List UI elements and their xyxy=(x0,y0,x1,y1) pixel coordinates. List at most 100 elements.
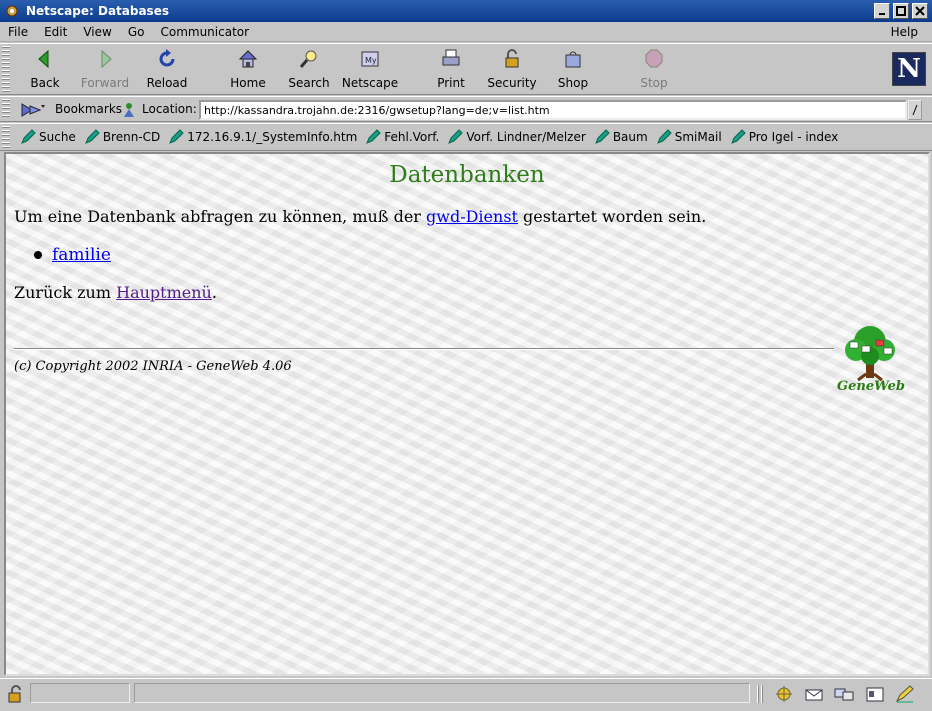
netscape-button[interactable]: My Netscape xyxy=(340,48,400,92)
window-titlebar[interactable]: Netscape: Databases xyxy=(0,0,932,22)
close-button[interactable] xyxy=(912,3,928,19)
forward-label: Forward xyxy=(80,76,130,90)
shop-label: Shop xyxy=(557,76,589,90)
menu-bar: File Edit View Go Communicator Help xyxy=(0,22,932,42)
page-proxy-icon[interactable] xyxy=(121,101,137,119)
url-input[interactable] xyxy=(199,100,907,120)
minimize-button[interactable] xyxy=(874,3,890,19)
bookmarks-label[interactable]: Bookmarks xyxy=(55,102,122,116)
reload-label: Reload xyxy=(146,76,188,90)
menu-go[interactable]: Go xyxy=(120,25,153,39)
toolbar-grip-handle[interactable] xyxy=(2,46,10,92)
minimize-icon xyxy=(879,13,885,15)
shopping-bag-icon xyxy=(565,51,581,68)
composer-icon[interactable] xyxy=(894,684,916,704)
netscape-label: Netscape xyxy=(341,76,399,90)
personal-toolbar: Suche Brenn-CD 172.16.9.1/_SystemInfo.ht… xyxy=(0,123,932,151)
back-text-before: Zurück zum xyxy=(14,283,117,302)
netscape-logo-icon[interactable]: N xyxy=(892,52,926,86)
geneweb-logo-text: GeneWeb xyxy=(837,379,905,394)
menu-communicator[interactable]: Communicator xyxy=(152,25,257,39)
address-book-icon[interactable] xyxy=(864,684,886,704)
menu-view[interactable]: View xyxy=(75,25,119,39)
maximize-icon xyxy=(896,6,906,16)
location-label: Location: xyxy=(142,102,197,116)
print-button[interactable]: Print xyxy=(421,48,481,92)
search-icon xyxy=(299,50,317,68)
menu-edit[interactable]: Edit xyxy=(36,25,75,39)
status-bar xyxy=(0,678,932,711)
page-title: Datenbanken xyxy=(389,162,545,188)
list-item: familie xyxy=(34,245,111,265)
back-text-after: . xyxy=(211,283,217,302)
bookmark-pen-icon xyxy=(84,129,100,144)
navigator-icon[interactable] xyxy=(773,684,795,704)
print-label: Print xyxy=(437,76,465,90)
progress-meter xyxy=(30,683,130,703)
bookmark-link-systeminfo[interactable]: 172.16.9.1/_SystemInfo.htm xyxy=(168,129,357,145)
back-to-main-text: Zurück zum Hauptmenü. xyxy=(14,283,217,302)
home-button[interactable]: Home xyxy=(218,48,278,92)
menu-help[interactable]: Help xyxy=(883,25,926,39)
copyright-text: (c) Copyright 2002 INRIA - GeneWeb 4.06 xyxy=(14,359,292,374)
page-content[interactable]: Datenbanken Um eine Datenbank abfragen z… xyxy=(4,152,930,676)
intro-text: Um eine Datenbank abfragen zu können, mu… xyxy=(14,207,706,226)
bookmark-label: Pro Igel - index xyxy=(748,130,839,144)
bookmark-label: Brenn-CD xyxy=(102,130,161,144)
location-grip-handle[interactable] xyxy=(2,99,10,119)
intro-text-after: gestartet worden sein. xyxy=(517,207,707,226)
bookmark-link-vorf-lindner[interactable]: Vorf. Lindner/Melzer xyxy=(447,129,586,145)
back-button[interactable]: Back xyxy=(15,48,75,92)
stop-icon xyxy=(645,49,663,68)
back-arrow-icon xyxy=(38,49,49,69)
mail-icon[interactable] xyxy=(803,684,825,704)
bookmark-link-pro-igel[interactable]: Pro Igel - index xyxy=(730,129,839,145)
netscape-portal-icon: My xyxy=(361,51,379,67)
bookmark-label: 172.16.9.1/_SystemInfo.htm xyxy=(187,130,358,144)
security-button[interactable]: Security xyxy=(482,48,542,92)
security-lock-icon[interactable] xyxy=(6,685,26,705)
reload-icon xyxy=(159,49,175,67)
bookmark-link-suche[interactable]: Suche xyxy=(20,129,76,145)
maximize-button[interactable] xyxy=(893,3,909,19)
url-history-dropdown[interactable] xyxy=(908,100,922,120)
dropdown-icon xyxy=(912,104,918,116)
bookmark-pen-icon xyxy=(730,129,746,144)
status-message xyxy=(134,683,750,703)
bookmark-link-brenn-cd[interactable]: Brenn-CD xyxy=(84,129,160,145)
forward-button[interactable]: Forward xyxy=(75,48,135,92)
bookmark-label: Baum xyxy=(612,130,648,144)
bookmark-pen-icon xyxy=(656,129,672,144)
window-menu-icon[interactable] xyxy=(4,3,20,19)
component-bar-grip[interactable] xyxy=(757,685,765,703)
personal-grip-handle[interactable] xyxy=(2,126,10,148)
svg-text:My: My xyxy=(365,56,377,65)
geneweb-tree-logo[interactable]: GeneWeb xyxy=(836,322,906,394)
main-menu-link[interactable]: Hauptmenü xyxy=(116,283,212,302)
navigation-toolbar: Back Forward Reload Home Search My Netsc… xyxy=(0,43,932,95)
search-label: Search xyxy=(288,76,330,90)
stop-label: Stop xyxy=(640,76,668,90)
search-button[interactable]: Search xyxy=(279,48,339,92)
shop-button[interactable]: Shop xyxy=(543,48,603,92)
bookmark-pen-icon xyxy=(448,129,464,144)
location-toolbar: Bookmarks Location: xyxy=(0,96,932,122)
bookmark-pen-icon xyxy=(21,129,36,144)
close-icon xyxy=(915,6,925,16)
bookmarks-icon[interactable] xyxy=(20,101,46,119)
bookmark-label: Vorf. Lindner/Melzer xyxy=(466,130,586,144)
bookmark-link-baum[interactable]: Baum xyxy=(594,129,648,145)
security-label: Security xyxy=(487,76,537,90)
intro-text-before: Um eine Datenbank abfragen zu können, mu… xyxy=(14,207,427,226)
bookmark-link-smimail[interactable]: SmiMail xyxy=(656,129,722,145)
reload-button[interactable]: Reload xyxy=(137,48,197,92)
bookmark-link-fehl-vorf[interactable]: Fehl.Vorf. xyxy=(365,129,439,145)
newsgroups-icon[interactable] xyxy=(833,684,855,704)
menu-file[interactable]: File xyxy=(0,25,36,39)
stop-button[interactable]: Stop xyxy=(624,48,684,92)
home-label: Home xyxy=(230,76,266,90)
bookmark-pen-icon xyxy=(169,129,184,144)
horizontal-rule xyxy=(14,348,834,350)
database-link-familie[interactable]: familie xyxy=(52,245,111,265)
gwd-service-link[interactable]: gwd-Dienst xyxy=(426,207,518,226)
